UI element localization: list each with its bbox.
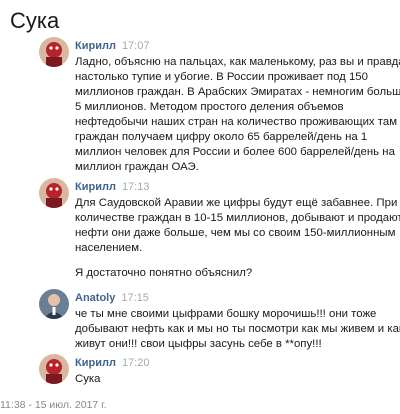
message-line: нефтедобычи наших стран на количество пр… xyxy=(75,116,398,128)
message-line: 5 миллионов. Методом простого деления об… xyxy=(75,101,344,113)
message-text: Сука xyxy=(75,372,393,387)
message-line: граждан получаем цифру около 65 баррелей… xyxy=(75,131,368,143)
tweet-title: Сука xyxy=(10,8,60,33)
kirill-avatar[interactable] xyxy=(39,178,69,208)
message-item: Anatoly 17:15 че ты мне своими цыфрами бо… xyxy=(39,289,400,364)
author-name[interactable]: Кирилл xyxy=(75,357,116,369)
message-line: Ладно, объясню на пальцах, как маленьком… xyxy=(75,56,400,68)
message-time: 17:07 xyxy=(121,40,150,52)
message-header: Anatoly 17:15 xyxy=(75,292,149,305)
message-text: Для Саудовской Аравии же цифры будут ещё… xyxy=(75,196,400,281)
message-line: Я достаточно понятно объяснил? xyxy=(75,267,253,279)
chat-screenshot: Кирилл 17:07 Ладно, объясню на пальцах, к… xyxy=(39,37,400,394)
message-time: 17:20 xyxy=(121,357,150,369)
message-line: миллионов граждан. В Арабских Эмиратах -… xyxy=(75,86,400,98)
message-time: 17:13 xyxy=(121,181,150,193)
message-line: нефти они даже больше, чем мы со своим 1… xyxy=(75,227,396,239)
message-line: количестве граждан в 10-15 миллионов, до… xyxy=(75,212,400,224)
kirill-avatar[interactable] xyxy=(39,37,69,67)
message-header: Кирилл 17:07 xyxy=(75,40,149,53)
message-line: миллион граждан ОАЭ. xyxy=(75,161,199,173)
message-item: Кирилл 17:20 Сука xyxy=(39,354,394,394)
message-line: миллион человек для России и более 600 б… xyxy=(75,146,395,158)
message-line: Сука xyxy=(75,373,101,385)
message-line: настолько тупие и убогие. В России прожи… xyxy=(75,71,368,83)
message-text: Ладно, объясню на пальцах, как маленьком… xyxy=(75,55,400,175)
kirill-avatar[interactable] xyxy=(39,354,69,384)
message-text: че ты мне своими цыфрами бошку морочишь!… xyxy=(75,307,400,352)
author-name[interactable]: Кирилл xyxy=(75,181,116,193)
author-name[interactable]: Кирилл xyxy=(75,40,116,52)
message-line: добывают нефть как и мы но ты посмотри к… xyxy=(75,323,400,335)
tweet-timestamp[interactable]: 11:38 - 15 июл. 2017 г. xyxy=(0,398,107,412)
message-item: Кирилл 17:07 Ладно, объясню на пальцах, к… xyxy=(39,37,400,177)
author-name[interactable]: Anatoly xyxy=(75,292,115,304)
anatoly-avatar[interactable] xyxy=(39,289,69,319)
message-line: населением. xyxy=(75,242,143,254)
message-header: Кирилл 17:13 xyxy=(75,181,149,194)
message-line: живут они!!! свои цыфры засунь себе в **… xyxy=(75,338,322,350)
message-time: 17:15 xyxy=(121,292,149,304)
message-line: че ты мне своими цыфрами бошку морочишь!… xyxy=(75,308,377,320)
message-line: Для Саудовской Аравии же цифры будут ещё… xyxy=(75,197,398,209)
message-item: Кирилл 17:13 Для Саудовской Аравии же циф… xyxy=(39,178,400,303)
message-header: Кирилл 17:20 xyxy=(75,357,149,370)
